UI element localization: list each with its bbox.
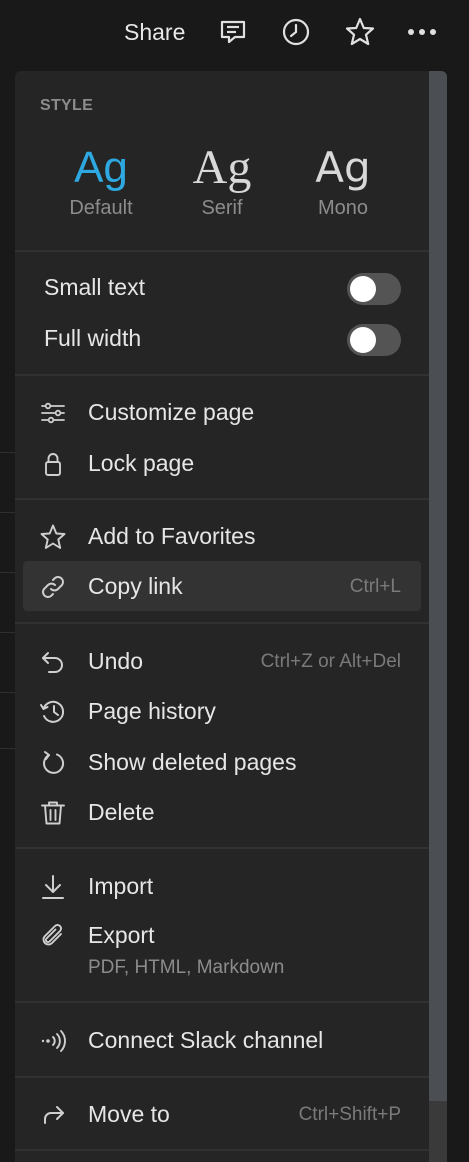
divider [15,250,429,252]
full-width-toggle[interactable] [347,324,401,356]
move-to-label: Move to [88,1101,170,1127]
font-option-serif[interactable]: Ag Serif [167,143,277,220]
sliders-icon [39,399,67,427]
background-divider [0,692,15,693]
connect-slack-item[interactable]: Connect Slack channel [23,1015,421,1065]
history-icon [39,698,67,726]
undo-shortcut: Ctrl+Z or Alt+Del [260,651,401,672]
small-text-row[interactable]: Small text [23,262,421,312]
font-sample-default: Ag [74,143,128,192]
divider [15,1001,429,1003]
divider [15,374,429,376]
star-icon[interactable] [342,14,378,50]
font-sample-mono: Ag [315,143,371,192]
clock-icon[interactable] [278,14,314,50]
star-icon [39,523,67,551]
font-label-serif: Serif [201,197,243,219]
page-history-label: Page history [88,698,216,724]
delete-item[interactable]: Delete [23,787,421,837]
font-option-mono[interactable]: Ag Mono [288,143,398,220]
lock-page-label: Lock page [88,450,195,476]
divider [15,847,429,849]
background-divider [0,512,15,513]
page-history-item[interactable]: Page history [23,686,421,736]
more-icon[interactable] [404,14,440,50]
share-arrow-icon [39,1101,67,1129]
divider [15,1076,429,1078]
export-formats: PDF, HTML, Markdown [88,957,285,978]
font-label-mono: Mono [317,197,369,219]
font-option-default[interactable]: Ag Default [46,143,156,220]
background-divider [0,452,15,453]
divider [15,622,429,624]
top-bar: Share [0,0,469,64]
undo-icon [39,648,67,676]
delete-label: Delete [88,799,155,825]
divider [15,1149,429,1151]
style-section-title: STYLE [40,97,94,114]
copy-link-item[interactable]: Copy link Ctrl+L [23,561,421,611]
lock-icon [39,450,67,478]
toggle-knob [350,327,376,353]
small-text-toggle[interactable] [347,273,401,305]
move-to-item[interactable]: Move to Ctrl+Shift+P [23,1089,421,1139]
font-label-default: Default [69,197,133,219]
broadcast-icon [39,1027,67,1055]
scrollbar-track[interactable] [429,71,447,1162]
import-label: Import [88,873,154,899]
show-deleted-pages-item[interactable]: Show deleted pages [23,737,421,787]
trash-icon [39,799,67,827]
export-label: Export [88,922,155,948]
small-text-label: Small text [44,274,145,300]
restore-icon [39,749,67,777]
scrollbar-thumb[interactable] [429,71,447,1101]
copy-link-label: Copy link [88,573,183,599]
undo-item[interactable]: Undo Ctrl+Z or Alt+Del [23,636,421,686]
move-to-shortcut: Ctrl+Shift+P [298,1104,401,1125]
undo-label: Undo [88,648,143,674]
link-icon [39,573,67,601]
customize-page-item[interactable]: Customize page [23,387,421,437]
divider [15,498,429,500]
background-divider [0,572,15,573]
full-width-label: Full width [44,325,142,351]
show-deleted-pages-label: Show deleted pages [88,749,297,775]
lock-page-item[interactable]: Lock page [23,438,421,488]
full-width-row[interactable]: Full width [23,313,421,363]
import-item[interactable]: Import [23,861,421,911]
share-button[interactable]: Share [124,19,185,46]
font-sample-serif: Ag [192,141,252,194]
add-to-favorites-label: Add to Favorites [88,523,256,549]
toggle-knob [350,276,376,302]
background-divider [0,748,15,749]
comment-icon[interactable] [215,14,251,50]
background-divider [0,632,15,633]
connect-slack-label: Connect Slack channel [88,1027,324,1053]
add-to-favorites-item[interactable]: Add to Favorites [23,511,421,561]
export-item[interactable]: Export PDF, HTML, Markdown [23,910,421,984]
copy-link-shortcut: Ctrl+L [349,576,401,597]
page-options-menu: STYLE Ag Default Ag Serif Ag Mono Small … [15,71,447,1162]
download-arrow-icon [39,873,67,901]
customize-page-label: Customize page [88,399,255,425]
paperclip-icon [39,922,67,950]
